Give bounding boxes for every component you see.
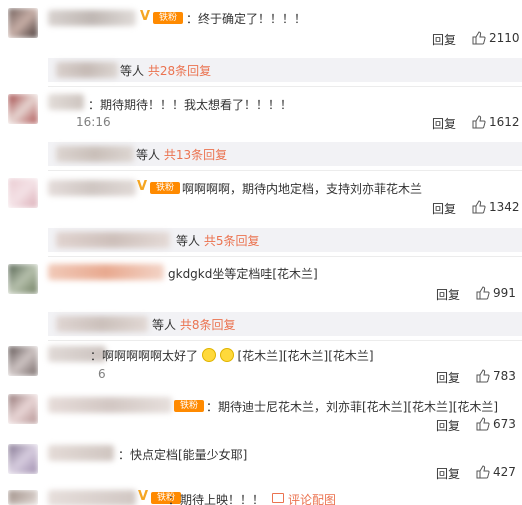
username[interactable] [48, 445, 114, 461]
comment-text-part: ：啊啊啊啊啊太好了 [90, 349, 199, 363]
comment-text: ：啊啊啊啊啊太好了 [花木兰][花木兰][花木兰] [90, 347, 374, 364]
subreply-prefix: 等人 [152, 318, 177, 332]
smile-emoji-icon [201, 348, 216, 362]
comment-item: V 铁粉 ：终于确定了！！！！ 回复 2110 [0, 0, 522, 56]
thumbs-up-icon [472, 200, 486, 214]
reply-button[interactable]: 回复 [436, 286, 460, 303]
username[interactable] [48, 264, 164, 280]
view-replies-link[interactable]: 共28条回复 [148, 64, 211, 78]
subreply-prefix: 等人 [120, 64, 145, 78]
fan-badge: 铁粉 [153, 12, 183, 24]
username[interactable] [48, 94, 84, 110]
subreply-text: 等人 共8条回复 [152, 316, 235, 333]
verified-badge-icon: V [140, 9, 151, 24]
thumbs-up-icon [472, 31, 486, 45]
fan-badge: 铁粉 [150, 182, 180, 194]
thumbs-up-icon [476, 417, 490, 431]
comment-text: gkdgkd坐等定档哇[花木兰] [168, 267, 318, 281]
subreply-users [56, 62, 118, 78]
thumbs-up-icon [476, 465, 490, 479]
comment-text: ：快点定档[能量少女耶] [118, 448, 248, 462]
smile-emoji-icon [219, 348, 234, 362]
like-button[interactable]: 2110 [472, 31, 520, 45]
comment-item: V 铁粉 啊啊啊啊，期待内地定档，支持刘亦菲花木兰 回复 1342 [0, 172, 522, 224]
subreply-summary[interactable]: 等人 共28条回复 [48, 58, 522, 82]
reply-button[interactable]: 回复 [436, 417, 460, 434]
like-count: 2110 [489, 31, 520, 45]
like-button[interactable]: 1612 [472, 115, 520, 129]
like-button[interactable]: 673 [476, 417, 516, 431]
subreply-text: 等人 共5条回复 [176, 232, 259, 249]
avatar[interactable] [8, 94, 38, 124]
subreply-prefix: 等人 [136, 148, 161, 162]
divider [48, 256, 522, 257]
like-count: 783 [493, 369, 516, 383]
reply-button[interactable]: 回复 [432, 115, 456, 132]
verified-badge-icon: V [137, 179, 148, 194]
view-replies-link[interactable]: 共13条回复 [164, 148, 227, 162]
subreply-text: 等人 共13条回复 [136, 146, 227, 163]
comment-item: 铁粉 ：期待迪士尼花木兰，刘亦菲[花木兰][花木兰][花木兰] 回复 673 [0, 392, 522, 436]
comment-item: V 铁粉 ：期待上映！！！ 评论配图 [0, 488, 522, 505]
like-button[interactable]: 1342 [472, 200, 520, 214]
like-count: 427 [493, 465, 516, 479]
like-count: 1612 [489, 115, 520, 129]
username[interactable] [48, 490, 136, 505]
timestamp: 6 [98, 367, 106, 381]
thumbs-up-icon [476, 369, 490, 383]
image-icon [272, 493, 284, 503]
like-count: 991 [493, 286, 516, 300]
divider [48, 170, 522, 171]
timestamp: 16:16 [76, 115, 111, 129]
subreply-users [56, 232, 170, 248]
avatar[interactable] [8, 346, 38, 376]
like-button[interactable]: 991 [476, 286, 516, 300]
thumbs-up-icon [472, 115, 486, 129]
avatar[interactable] [8, 8, 38, 38]
verified-badge-icon: V [138, 489, 149, 504]
reply-button[interactable]: 回复 [432, 31, 456, 48]
subreply-users [56, 316, 148, 332]
username[interactable] [48, 397, 172, 413]
comment-text: ：期待期待！！！我太想看了！！！！ [88, 98, 293, 112]
subreply-users [56, 146, 134, 162]
subreply-summary[interactable]: 等人 共8条回复 [48, 312, 522, 336]
like-button[interactable]: 783 [476, 369, 516, 383]
reply-button[interactable]: 回复 [436, 465, 460, 482]
divider [48, 340, 522, 341]
review-image-link[interactable]: 评论配图 [288, 491, 336, 505]
comment-item: gkdgkd坐等定档哇[花木兰] 回复 991 [0, 258, 522, 310]
fan-badge: 铁粉 [174, 400, 204, 412]
like-count: 673 [493, 417, 516, 431]
avatar[interactable] [8, 490, 38, 505]
subreply-summary[interactable]: 等人 共13条回复 [48, 142, 522, 166]
like-button[interactable]: 427 [476, 465, 516, 479]
avatar[interactable] [8, 264, 38, 294]
comment-text: ：终于确定了！！！！ [186, 12, 307, 26]
subreply-prefix: 等人 [176, 234, 201, 248]
avatar[interactable] [8, 444, 38, 474]
reply-button[interactable]: 回复 [436, 369, 460, 386]
username[interactable] [48, 10, 136, 26]
comment-item: ：啊啊啊啊啊太好了 [花木兰][花木兰][花木兰] 6 回复 783 [0, 342, 522, 388]
avatar[interactable] [8, 178, 38, 208]
avatar[interactable] [8, 394, 38, 424]
comment-text: ：期待上映！！！ [168, 493, 265, 505]
thumbs-up-icon [476, 286, 490, 300]
comment-text: ：期待迪士尼花木兰，刘亦菲[花木兰][花木兰][花木兰] [206, 400, 499, 414]
view-replies-link[interactable]: 共5条回复 [204, 234, 260, 248]
comment-item: ：期待期待！！！我太想看了！！！！ 16:16 回复 1612 [0, 88, 522, 138]
username[interactable] [48, 180, 136, 196]
subreply-text: 等人 共28条回复 [120, 62, 211, 79]
comment-text-part: [花木兰][花木兰][花木兰] [237, 349, 374, 363]
like-count: 1342 [489, 200, 520, 214]
divider [48, 86, 522, 87]
subreply-summary[interactable]: 等人 共5条回复 [48, 228, 522, 252]
view-replies-link[interactable]: 共8条回复 [180, 318, 236, 332]
comment-item: ：快点定档[能量少女耶] 回复 427 [0, 440, 522, 484]
reply-button[interactable]: 回复 [432, 200, 456, 217]
comment-text: 啊啊啊啊，期待内地定档，支持刘亦菲花木兰 [182, 182, 423, 196]
